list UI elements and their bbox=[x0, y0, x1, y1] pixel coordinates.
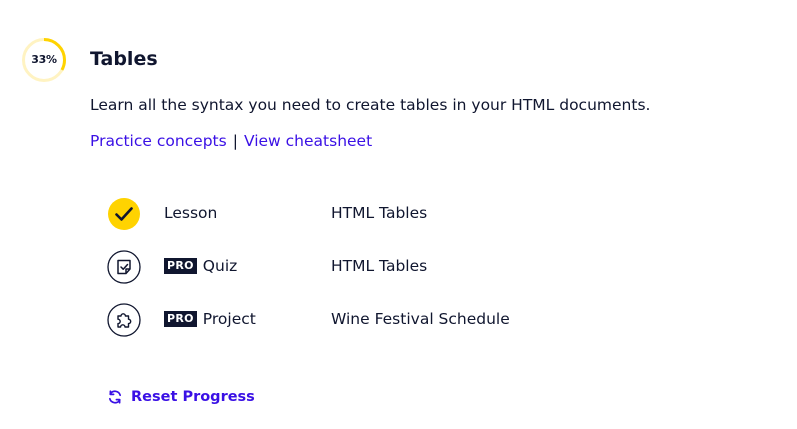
module-description: Learn all the syntax you need to create … bbox=[90, 96, 651, 114]
item-type-label: Lesson bbox=[164, 204, 218, 222]
module-links: Practice concepts | View cheatsheet bbox=[90, 132, 372, 150]
reset-progress-button[interactable]: Reset Progress bbox=[107, 389, 255, 405]
item-type-label: Project bbox=[202, 310, 256, 328]
link-separator: | bbox=[232, 132, 238, 150]
list-item-project[interactable]: PRO Project Wine Festival Schedule bbox=[107, 303, 707, 337]
progress-percent: 33% bbox=[31, 53, 57, 66]
reset-progress-label: Reset Progress bbox=[131, 389, 255, 405]
practice-concepts-link[interactable]: Practice concepts bbox=[90, 132, 227, 150]
list-item-quiz[interactable]: PRO Quiz HTML Tables bbox=[107, 250, 707, 284]
item-type-label: Quiz bbox=[202, 257, 238, 275]
refresh-icon bbox=[108, 390, 122, 404]
item-name-link[interactable]: HTML Tables bbox=[331, 204, 427, 222]
list-item-lesson[interactable]: Lesson HTML Tables bbox=[107, 197, 707, 231]
item-type: Lesson bbox=[164, 204, 217, 222]
progress-ring: 33% bbox=[21, 37, 67, 83]
view-cheatsheet-link[interactable]: View cheatsheet bbox=[244, 132, 372, 150]
item-name-link[interactable]: HTML Tables bbox=[331, 257, 427, 275]
pro-badge: PRO bbox=[164, 258, 197, 274]
item-type: PRO Project bbox=[164, 310, 256, 328]
item-type: PRO Quiz bbox=[164, 257, 237, 275]
check-icon bbox=[107, 197, 141, 231]
quiz-icon bbox=[107, 250, 141, 284]
module-title: Tables bbox=[90, 48, 158, 70]
pro-badge: PRO bbox=[164, 311, 197, 327]
item-name-link[interactable]: Wine Festival Schedule bbox=[331, 310, 510, 328]
puzzle-icon bbox=[107, 303, 141, 337]
module-card: 33% Tables Learn all the syntax you need… bbox=[0, 0, 797, 429]
